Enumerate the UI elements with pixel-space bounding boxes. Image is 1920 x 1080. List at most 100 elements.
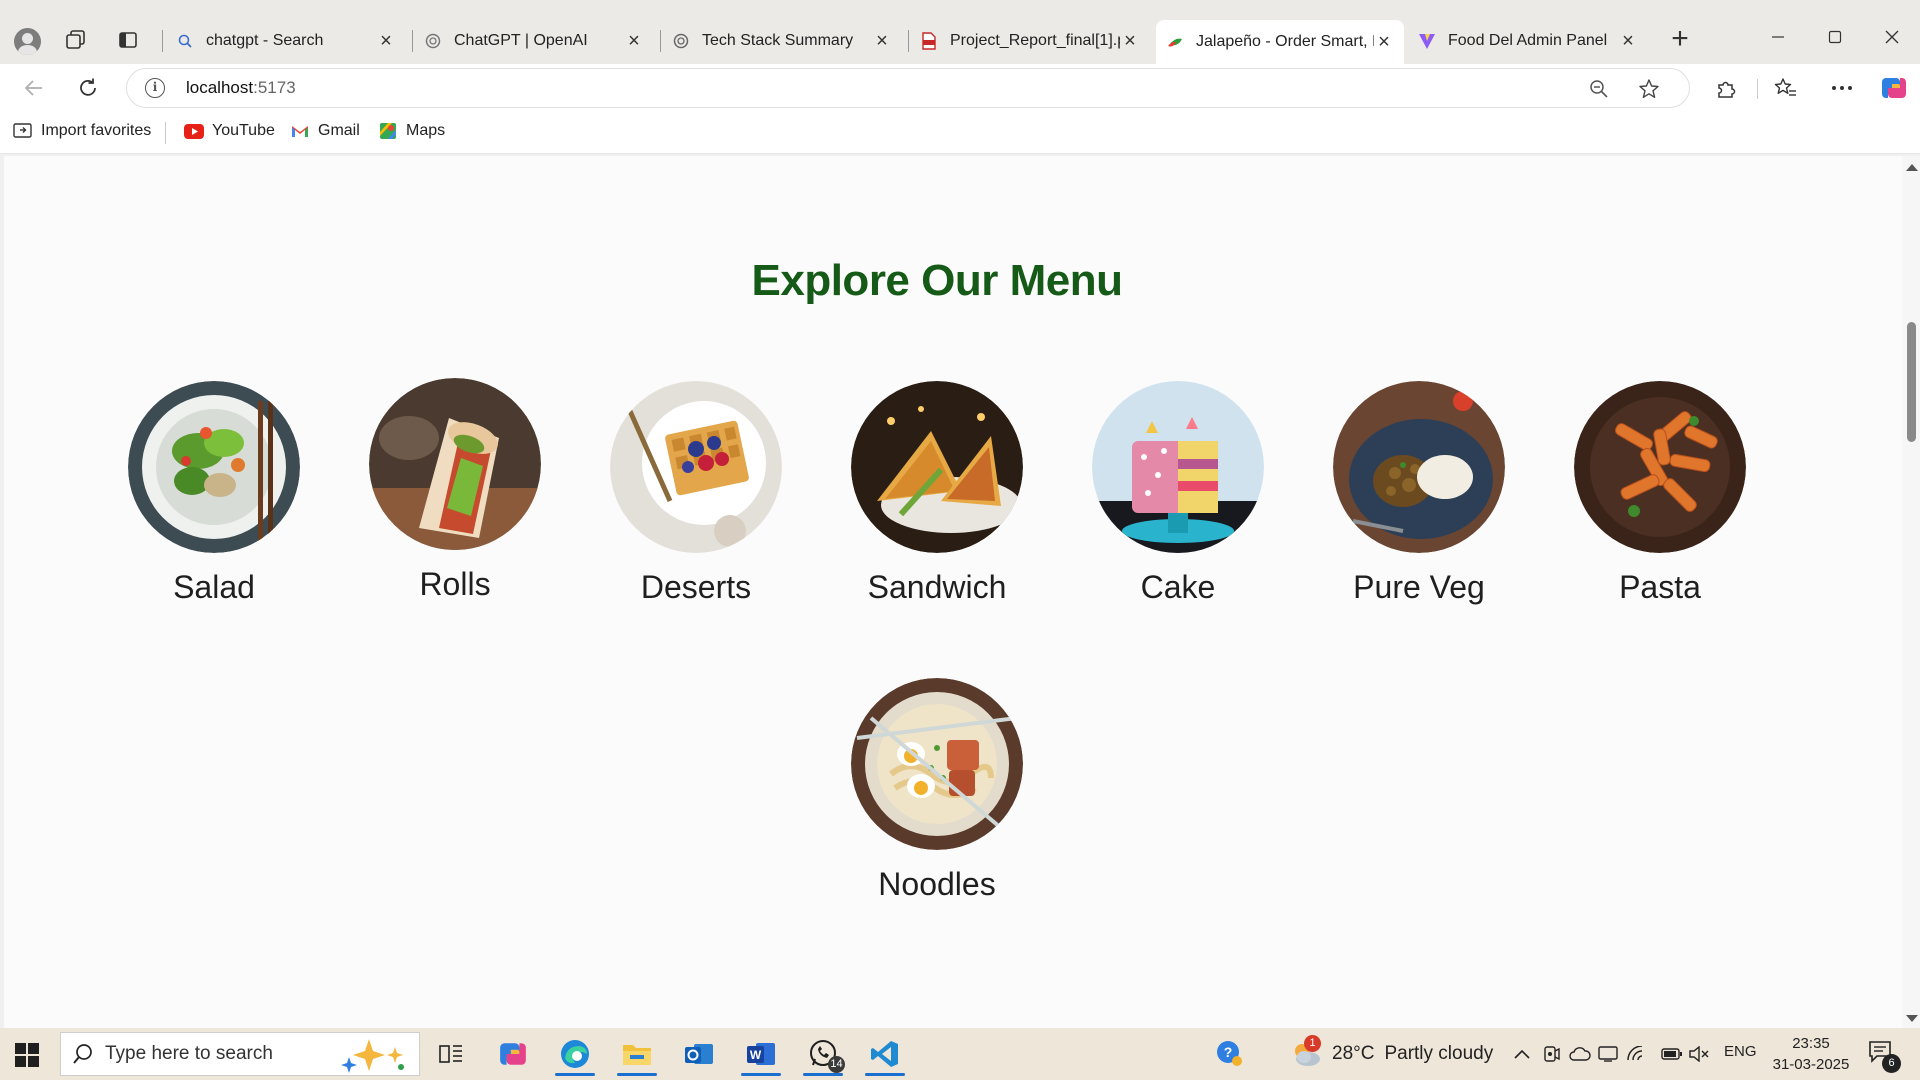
tab-chatgpt-search[interactable]: chatgpt - Search ×	[166, 25, 406, 57]
rolls-image	[369, 378, 541, 550]
whatsapp-badge: 14	[828, 1056, 845, 1073]
favorite-gmail[interactable]: Gmail	[290, 122, 360, 140]
profile-avatar-icon[interactable]	[14, 28, 41, 55]
edge-browser-icon[interactable]	[550, 1032, 600, 1076]
desserts-image	[610, 381, 782, 553]
scroll-down-icon[interactable]	[1906, 1015, 1918, 1022]
search-highlight-sparkle-icon	[337, 1037, 409, 1073]
tab-tech-stack-summary[interactable]: Tech Stack Summary ×	[662, 25, 902, 57]
youtube-icon	[184, 122, 204, 140]
onedrive-cloud-icon[interactable]	[1568, 1042, 1592, 1066]
menu-category-pure-veg[interactable]: Pure Veg	[1319, 381, 1519, 606]
weather-condition: Partly cloudy	[1384, 1043, 1494, 1064]
back-button[interactable]	[18, 72, 50, 104]
favorites-icon[interactable]	[1770, 72, 1802, 104]
tab-food-del-admin[interactable]: Food Del Admin Panel ×	[1408, 25, 1648, 57]
scroll-up-icon[interactable]	[1906, 164, 1918, 171]
sandwich-image	[851, 381, 1023, 553]
tab-label: Jalapeño - Order Smart, Eat Fresh	[1196, 33, 1374, 50]
extensions-icon[interactable]	[1710, 72, 1742, 104]
maximize-button[interactable]	[1815, 22, 1855, 52]
menu-category-pasta[interactable]: Pasta	[1560, 381, 1760, 606]
close-tab-icon[interactable]: ×	[1618, 31, 1638, 51]
menu-category-deserts[interactable]: Deserts	[596, 381, 796, 606]
weather-temperature: 28°C	[1332, 1043, 1375, 1064]
whatsapp-icon[interactable]: 14	[798, 1032, 848, 1076]
favorite-youtube[interactable]: YouTube	[184, 122, 275, 140]
favorite-star-icon[interactable]	[1635, 75, 1663, 103]
menu-category-sandwich[interactable]: Sandwich	[837, 381, 1037, 606]
openai-icon	[672, 32, 690, 50]
menu-category-salad[interactable]: Salad	[114, 381, 314, 606]
wifi-icon[interactable]	[1624, 1042, 1648, 1066]
help-icon[interactable]: ?	[1214, 1038, 1244, 1068]
menu-category-cake[interactable]: Cake	[1078, 381, 1278, 606]
menu-category-label: Salad	[173, 569, 255, 605]
tab-project-report-pdf[interactable]: Project_Report_final[1].pdf ×	[910, 25, 1150, 57]
favorite-label: Maps	[406, 122, 446, 139]
weather-cloud-sun-icon: 1	[1290, 1035, 1322, 1069]
favorite-maps[interactable]: Maps	[378, 122, 445, 140]
outlook-icon[interactable]	[674, 1032, 724, 1076]
minimize-button[interactable]	[1758, 22, 1798, 52]
tab-label: Food Del Admin Panel	[1448, 32, 1608, 49]
menu-category-noodles[interactable]: Noodles	[837, 678, 1037, 903]
notification-center-icon[interactable]: 6	[1868, 1040, 1902, 1073]
close-window-button[interactable]	[1872, 22, 1912, 52]
import-favorites-icon	[13, 122, 33, 140]
favorites-bar: Import favorites YouTube Gmail Maps	[0, 110, 1920, 154]
tab-jalapeno-active[interactable]: Jalapeño - Order Smart, Eat Fresh ×	[1156, 20, 1404, 64]
system-clock[interactable]: 23:35 31-03-2025	[1770, 1033, 1852, 1075]
tab-chatgpt-openai[interactable]: ChatGPT | OpenAI ×	[414, 25, 654, 57]
scrollbar-thumb[interactable]	[1907, 322, 1916, 442]
cake-image	[1092, 381, 1264, 553]
menu-category-rolls[interactable]: Rolls	[355, 378, 555, 603]
input-language[interactable]: ENG	[1724, 1043, 1757, 1060]
windows-start-button[interactable]	[12, 1040, 42, 1070]
display-settings-icon[interactable]	[1596, 1042, 1620, 1066]
tab-label: ChatGPT | OpenAI	[454, 32, 588, 49]
favorite-import[interactable]: Import favorites	[13, 122, 151, 140]
task-view-icon[interactable]	[426, 1032, 476, 1076]
taskbar-search-box[interactable]: Type here to search	[60, 1032, 420, 1076]
search-icon	[61, 1032, 105, 1076]
page-scrollbar[interactable]	[1902, 156, 1920, 1028]
weather-widget[interactable]: 1 28°C Partly cloudy	[1290, 1035, 1494, 1072]
menu-category-label: Sandwich	[867, 569, 1007, 605]
gmail-icon	[290, 122, 310, 140]
weather-alert-badge: 1	[1304, 1035, 1321, 1052]
close-tab-icon[interactable]: ×	[376, 31, 396, 51]
menu-category-label: Pure Veg	[1353, 569, 1485, 605]
pasta-image	[1574, 381, 1746, 553]
word-icon[interactable]: W	[736, 1032, 786, 1076]
address-bar[interactable]: i localhost:5173	[126, 68, 1690, 108]
close-tab-icon[interactable]: ×	[624, 31, 644, 51]
close-tab-icon[interactable]: ×	[1374, 32, 1394, 52]
zoom-out-icon[interactable]	[1585, 75, 1613, 103]
tab-label: Tech Stack Summary	[702, 32, 854, 49]
show-hidden-icons-chevron-icon[interactable]	[1510, 1042, 1534, 1066]
close-tab-icon[interactable]: ×	[872, 31, 892, 51]
copilot-icon[interactable]	[1878, 72, 1910, 104]
jalapeno-logo-icon	[1166, 33, 1184, 51]
page-title: Explore Our Menu	[751, 256, 1123, 305]
browser-toolbar: i localhost:5173	[0, 64, 1920, 110]
toolbar-divider	[1757, 79, 1758, 99]
battery-icon[interactable]	[1660, 1042, 1684, 1066]
menu-category-label: Noodles	[878, 866, 996, 902]
copilot-app-icon[interactable]	[488, 1032, 538, 1076]
site-info-icon[interactable]: i	[145, 78, 165, 98]
refresh-button[interactable]	[72, 72, 104, 104]
vertical-tabs-icon[interactable]	[114, 26, 142, 54]
vscode-icon[interactable]	[860, 1032, 910, 1076]
file-explorer-icon[interactable]	[612, 1032, 662, 1076]
volume-muted-icon[interactable]	[1688, 1042, 1712, 1066]
address-url[interactable]: localhost:5173	[186, 78, 296, 98]
more-options-icon[interactable]	[1826, 72, 1858, 104]
new-tab-button[interactable]: +	[1664, 24, 1696, 56]
workspaces-icon[interactable]	[62, 26, 90, 54]
clock-date: 31-03-2025	[1772, 1056, 1850, 1073]
meet-camera-icon[interactable]	[1540, 1042, 1564, 1066]
close-tab-icon[interactable]: ×	[1120, 31, 1140, 51]
svg-text:?: ?	[1224, 1044, 1233, 1060]
